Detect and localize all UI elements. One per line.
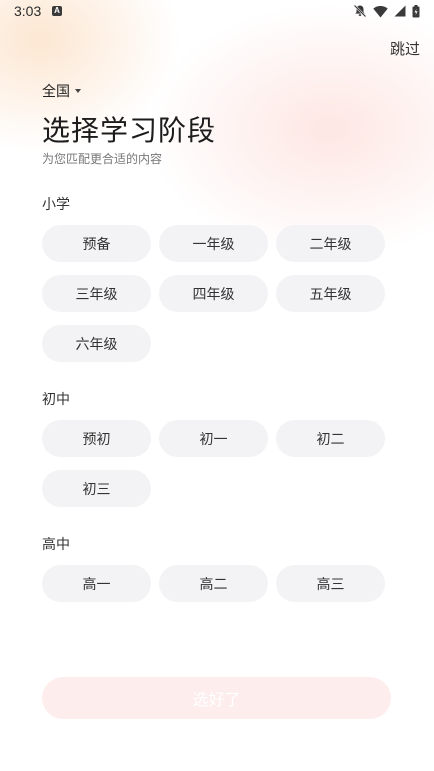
grade-chip-senior-1[interactable]: 高一: [42, 565, 151, 602]
grade-chip-junior-3[interactable]: 初三: [42, 470, 151, 507]
page-subtitle: 为您匹配更合适的内容: [42, 152, 163, 166]
section-label-senior: 高中: [42, 537, 70, 553]
signal-icon: [394, 5, 406, 17]
grade-chip-grade-1[interactable]: 一年级: [159, 225, 268, 262]
grade-chip-prep[interactable]: 预备: [42, 225, 151, 262]
status-icons: [353, 4, 420, 18]
grade-chip-grade-5[interactable]: 五年级: [276, 275, 385, 312]
grade-chip-senior-2[interactable]: 高二: [159, 565, 268, 602]
page-title: 选择学习阶段: [42, 114, 217, 147]
grade-group-senior: 高一 高二 高三: [42, 565, 386, 602]
accessibility-a-icon: A: [52, 6, 62, 16]
region-label: 全国: [42, 84, 70, 100]
grade-group-primary: 预备 一年级 二年级 三年级 四年级 五年级 六年级: [42, 225, 386, 362]
grade-chip-junior-1[interactable]: 初一: [159, 420, 268, 457]
grade-group-junior: 预初 初一 初二 初三: [42, 420, 386, 507]
grade-chip-senior-3[interactable]: 高三: [276, 565, 385, 602]
status-bar: 3:03 A: [0, 0, 434, 24]
region-selector[interactable]: 全国: [42, 81, 81, 101]
confirm-button[interactable]: 选好了: [42, 677, 391, 719]
section-label-junior: 初中: [42, 392, 70, 408]
bell-off-icon: [353, 4, 367, 18]
grade-chip-grade-4[interactable]: 四年级: [159, 275, 268, 312]
section-label-primary: 小学: [42, 197, 70, 213]
grade-chip-junior-2[interactable]: 初二: [276, 420, 385, 457]
status-time: 3:03: [14, 3, 42, 19]
grade-chip-grade-6[interactable]: 六年级: [42, 325, 151, 362]
grade-chip-junior-prep[interactable]: 预初: [42, 420, 151, 457]
grade-chip-grade-3[interactable]: 三年级: [42, 275, 151, 312]
grade-chip-grade-2[interactable]: 二年级: [276, 225, 385, 262]
caret-down-icon: [75, 89, 81, 93]
battery-icon: [412, 4, 420, 17]
wifi-icon: [373, 5, 388, 17]
skip-button[interactable]: 跳过: [390, 38, 420, 59]
